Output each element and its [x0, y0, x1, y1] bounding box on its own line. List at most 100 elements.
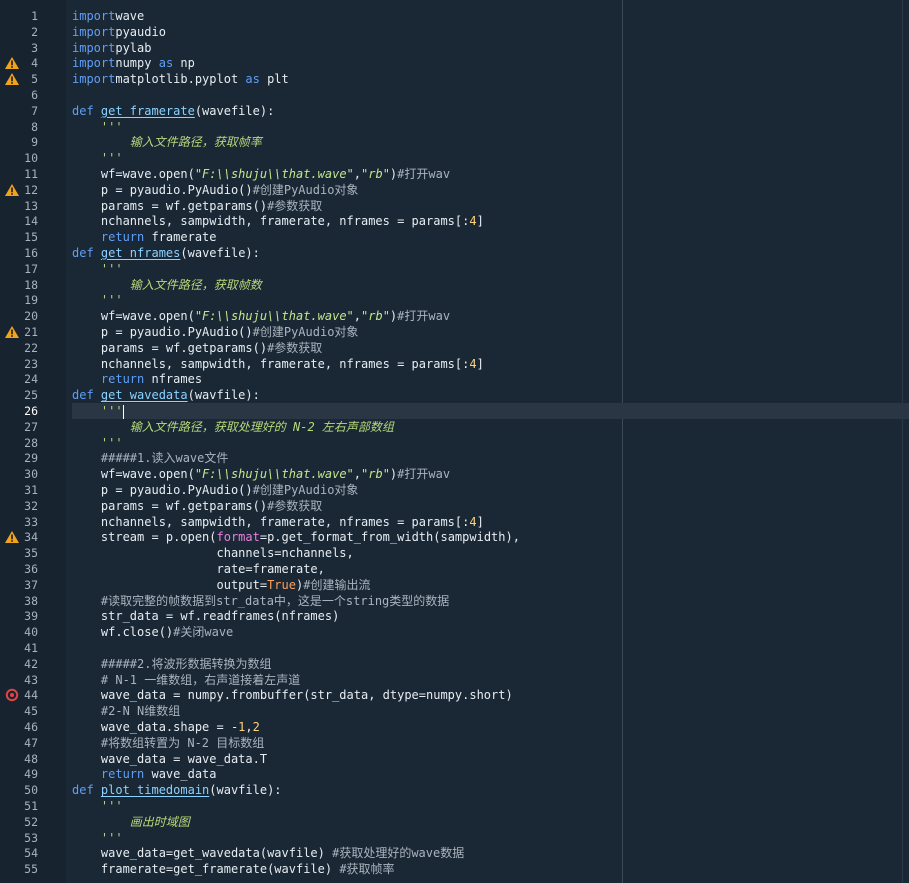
code-line[interactable]: 19 ''': [0, 292, 909, 308]
code-line[interactable]: 5 importmatplotlib.pyplot as plt: [0, 71, 909, 87]
line-text[interactable]: #将数组转置为 N-2 目标数组: [72, 735, 909, 751]
line-text[interactable]: channels=nchannels,: [72, 545, 909, 561]
line-text[interactable]: 输入文件路径，获取帧数: [72, 277, 909, 293]
line-text[interactable]: ''': [72, 261, 909, 277]
code-line[interactable]: 21 p = pyaudio.PyAudio()#创建PyAudio对象: [0, 324, 909, 340]
code-line[interactable]: 33 nchannels, sampwidth, framerate, nfra…: [0, 514, 909, 530]
line-text[interactable]: #2-N N维数组: [72, 703, 909, 719]
line-text[interactable]: def plot_timedomain(wavfile):: [72, 782, 909, 798]
code-line[interactable]: 51 ''': [0, 798, 909, 814]
code-line[interactable]: 11 wf=wave.open("F:\\shuju\\that.wave","…: [0, 166, 909, 182]
line-text[interactable]: def get_wavedata(wavfile):: [72, 387, 909, 403]
line-text[interactable]: nchannels, sampwidth, framerate, nframes…: [72, 514, 909, 530]
code-line[interactable]: 27 输入文件路径，获取处理好的 N-2 左右声部数组: [0, 419, 909, 435]
warning-icon[interactable]: [4, 183, 20, 197]
code-line[interactable]: 3 importpylab: [0, 40, 909, 56]
code-line[interactable]: 16 def get_nframes(wavefile):: [0, 245, 909, 261]
warning-icon[interactable]: [4, 530, 20, 544]
warning-icon[interactable]: [4, 56, 20, 70]
code-line[interactable]: 30 wf=wave.open("F:\\shuju\\that.wave","…: [0, 466, 909, 482]
code-line[interactable]: 14 nchannels, sampwidth, framerate, nfra…: [0, 213, 909, 229]
line-text[interactable]: importmatplotlib.pyplot as plt: [72, 71, 909, 87]
warning-icon[interactable]: [4, 72, 20, 86]
line-text[interactable]: nchannels, sampwidth, framerate, nframes…: [72, 213, 909, 229]
line-text[interactable]: params = wf.getparams()#参数获取: [72, 340, 909, 356]
code-line[interactable]: 52 画出时域图: [0, 814, 909, 830]
code-line[interactable]: 35 channels=nchannels,: [0, 545, 909, 561]
line-text[interactable]: # N-1 一维数组，右声道接着左声道: [72, 672, 909, 688]
code-line[interactable]: 26 ''': [0, 403, 909, 419]
line-text[interactable]: 画出时域图: [72, 814, 909, 830]
code-line[interactable]: 32 params = wf.getparams()#参数获取: [0, 498, 909, 514]
line-text[interactable]: ''': [72, 830, 909, 846]
line-text[interactable]: def get_nframes(wavefile):: [72, 245, 909, 261]
code-line[interactable]: 41: [0, 640, 909, 656]
code-line[interactable]: 36 rate=framerate,: [0, 561, 909, 577]
line-text[interactable]: wf=wave.open("F:\\shuju\\that.wave","rb"…: [72, 466, 909, 482]
code-line[interactable]: 25 def get_wavedata(wavfile):: [0, 387, 909, 403]
line-text[interactable]: return nframes: [72, 371, 909, 387]
code-line[interactable]: 53 ''': [0, 830, 909, 846]
line-text[interactable]: params = wf.getparams()#参数获取: [72, 198, 909, 214]
code-line[interactable]: 24 return nframes: [0, 371, 909, 387]
line-text[interactable]: ''': [72, 119, 909, 135]
line-text[interactable]: output=True)#创建输出流: [72, 577, 909, 593]
line-text[interactable]: importnumpy as np: [72, 55, 909, 71]
code-line[interactable]: 29 #####1.读入wave文件: [0, 450, 909, 466]
line-text[interactable]: wf=wave.open("F:\\shuju\\that.wave","rb"…: [72, 166, 909, 182]
code-line[interactable]: 44 wave_data = numpy.frombuffer(str_data…: [0, 687, 909, 703]
line-text[interactable]: def get_framerate(wavefile):: [72, 103, 909, 119]
line-text[interactable]: wave_data = numpy.frombuffer(str_data, d…: [72, 687, 909, 703]
code-line[interactable]: 10 ''': [0, 150, 909, 166]
code-line[interactable]: 43 # N-1 一维数组，右声道接着左声道: [0, 672, 909, 688]
code-editor[interactable]: 1 importwave 2 importpyaudio 3 importpylab 4 im…: [0, 0, 909, 883]
code-line[interactable]: 39 str_data = wf.readframes(nframes): [0, 608, 909, 624]
line-text[interactable]: importpyaudio: [72, 24, 909, 40]
line-text[interactable]: rate=framerate,: [72, 561, 909, 577]
code-line[interactable]: 17 ''': [0, 261, 909, 277]
line-text[interactable]: wf.close()#关闭wave: [72, 624, 909, 640]
line-text[interactable]: p = pyaudio.PyAudio()#创建PyAudio对象: [72, 182, 909, 198]
code-line[interactable]: 49 return wave_data: [0, 766, 909, 782]
line-text[interactable]: ''': [72, 435, 909, 451]
code-line[interactable]: 7 def get_framerate(wavefile):: [0, 103, 909, 119]
line-text[interactable]: p = pyaudio.PyAudio()#创建PyAudio对象: [72, 324, 909, 340]
code-line[interactable]: 2 importpyaudio: [0, 24, 909, 40]
line-text[interactable]: #####2.将波形数据转换为数组: [72, 656, 909, 672]
error-icon[interactable]: [4, 688, 20, 702]
code-line[interactable]: 47 #将数组转置为 N-2 目标数组: [0, 735, 909, 751]
code-line[interactable]: 6: [0, 87, 909, 103]
line-text[interactable]: framerate=get_framerate(wavfile) #获取帧率: [72, 861, 909, 877]
line-text[interactable]: nchannels, sampwidth, framerate, nframes…: [72, 356, 909, 372]
code-line[interactable]: 4 importnumpy as np: [0, 55, 909, 71]
line-text[interactable]: importwave: [72, 8, 909, 24]
code-line[interactable]: 34 stream = p.open(format=p.get_format_f…: [0, 529, 909, 545]
code-lines[interactable]: 1 importwave 2 importpyaudio 3 importpylab 4 im…: [0, 0, 909, 883]
code-line[interactable]: 37 output=True)#创建输出流: [0, 577, 909, 593]
code-line[interactable]: 50 def plot_timedomain(wavfile):: [0, 782, 909, 798]
line-text[interactable]: ''': [72, 150, 909, 166]
line-text[interactable]: wave_data = wave_data.T: [72, 751, 909, 767]
line-text[interactable]: #读取完整的帧数据到str_data中，这是一个string类型的数据: [72, 593, 909, 609]
line-text[interactable]: importpylab: [72, 40, 909, 56]
code-line[interactable]: 9 输入文件路径，获取帧率: [0, 134, 909, 150]
code-line[interactable]: 46 wave_data.shape = -1,2: [0, 719, 909, 735]
line-text[interactable]: #####1.读入wave文件: [72, 450, 909, 466]
code-line[interactable]: 20 wf=wave.open("F:\\shuju\\that.wave","…: [0, 308, 909, 324]
line-text[interactable]: ''': [72, 292, 909, 308]
line-text[interactable]: wave_data.shape = -1,2: [72, 719, 909, 735]
line-text[interactable]: str_data = wf.readframes(nframes): [72, 608, 909, 624]
line-text[interactable]: ''': [72, 798, 909, 814]
code-line[interactable]: 18 输入文件路径，获取帧数: [0, 277, 909, 293]
code-line[interactable]: 15 return framerate: [0, 229, 909, 245]
code-line[interactable]: 23 nchannels, sampwidth, framerate, nfra…: [0, 356, 909, 372]
code-line[interactable]: 8 ''': [0, 119, 909, 135]
line-text[interactable]: return wave_data: [72, 766, 909, 782]
code-line[interactable]: 12 p = pyaudio.PyAudio()#创建PyAudio对象: [0, 182, 909, 198]
line-text[interactable]: ''': [72, 403, 909, 419]
code-line[interactable]: 31 p = pyaudio.PyAudio()#创建PyAudio对象: [0, 482, 909, 498]
code-line[interactable]: 22 params = wf.getparams()#参数获取: [0, 340, 909, 356]
line-text[interactable]: wf=wave.open("F:\\shuju\\that.wave","rb"…: [72, 308, 909, 324]
code-line[interactable]: 55 framerate=get_framerate(wavfile) #获取帧…: [0, 861, 909, 877]
code-line[interactable]: 40 wf.close()#关闭wave: [0, 624, 909, 640]
